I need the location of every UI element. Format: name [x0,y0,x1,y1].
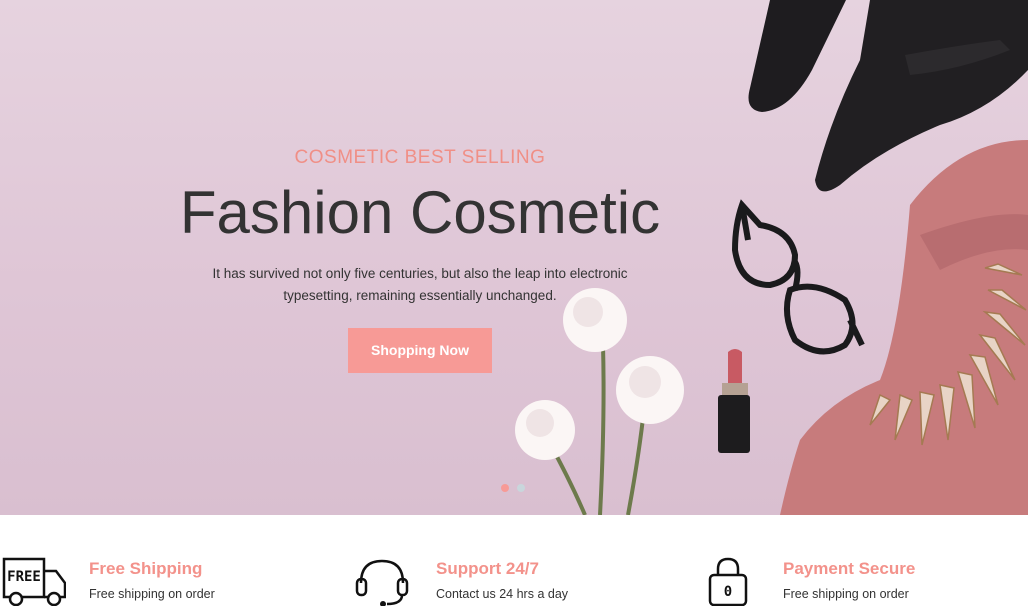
hero-description: It has survived not only five centuries,… [120,263,720,307]
feature-title-payment-secure: Payment Secure [783,559,916,578]
hero-subtitle: COSMETIC BEST SELLING [294,147,546,168]
padlock-icon: 0 [708,557,748,606]
hero-title: Fashion Cosmetic [179,179,661,246]
feature-title-free-shipping: Free Shipping [89,559,203,578]
free-truck-icon: FREE [2,557,66,606]
hero-slider: COSMETIC BEST SELLING Fashion Cosmetic I… [0,0,1028,515]
shopping-now-button[interactable]: Shopping Now [348,328,492,373]
feature-title-support: Support 24/7 [436,559,539,578]
hero-content: COSMETIC BEST SELLING Fashion Cosmetic I… [120,145,720,373]
padlock-icon-text: 0 [724,584,732,600]
headset-icon [355,559,409,606]
hero-description-line-1: It has survived not only five centuries,… [212,266,628,281]
slider-pagination [501,484,525,492]
hero-description-line-2: typesetting, remaining essentially uncha… [283,288,557,303]
slider-dot-2[interactable] [517,484,525,492]
feature-desc-payment-secure: Free shipping on order [783,587,909,601]
features-bar: FREE Free Shipping Free shipping on orde… [0,515,1028,606]
free-truck-icon-text: FREE [7,569,41,585]
feature-desc-support: Contact us 24 hrs a day [436,587,569,601]
slider-dot-1[interactable] [501,484,509,492]
feature-desc-free-shipping: Free shipping on order [89,587,215,601]
